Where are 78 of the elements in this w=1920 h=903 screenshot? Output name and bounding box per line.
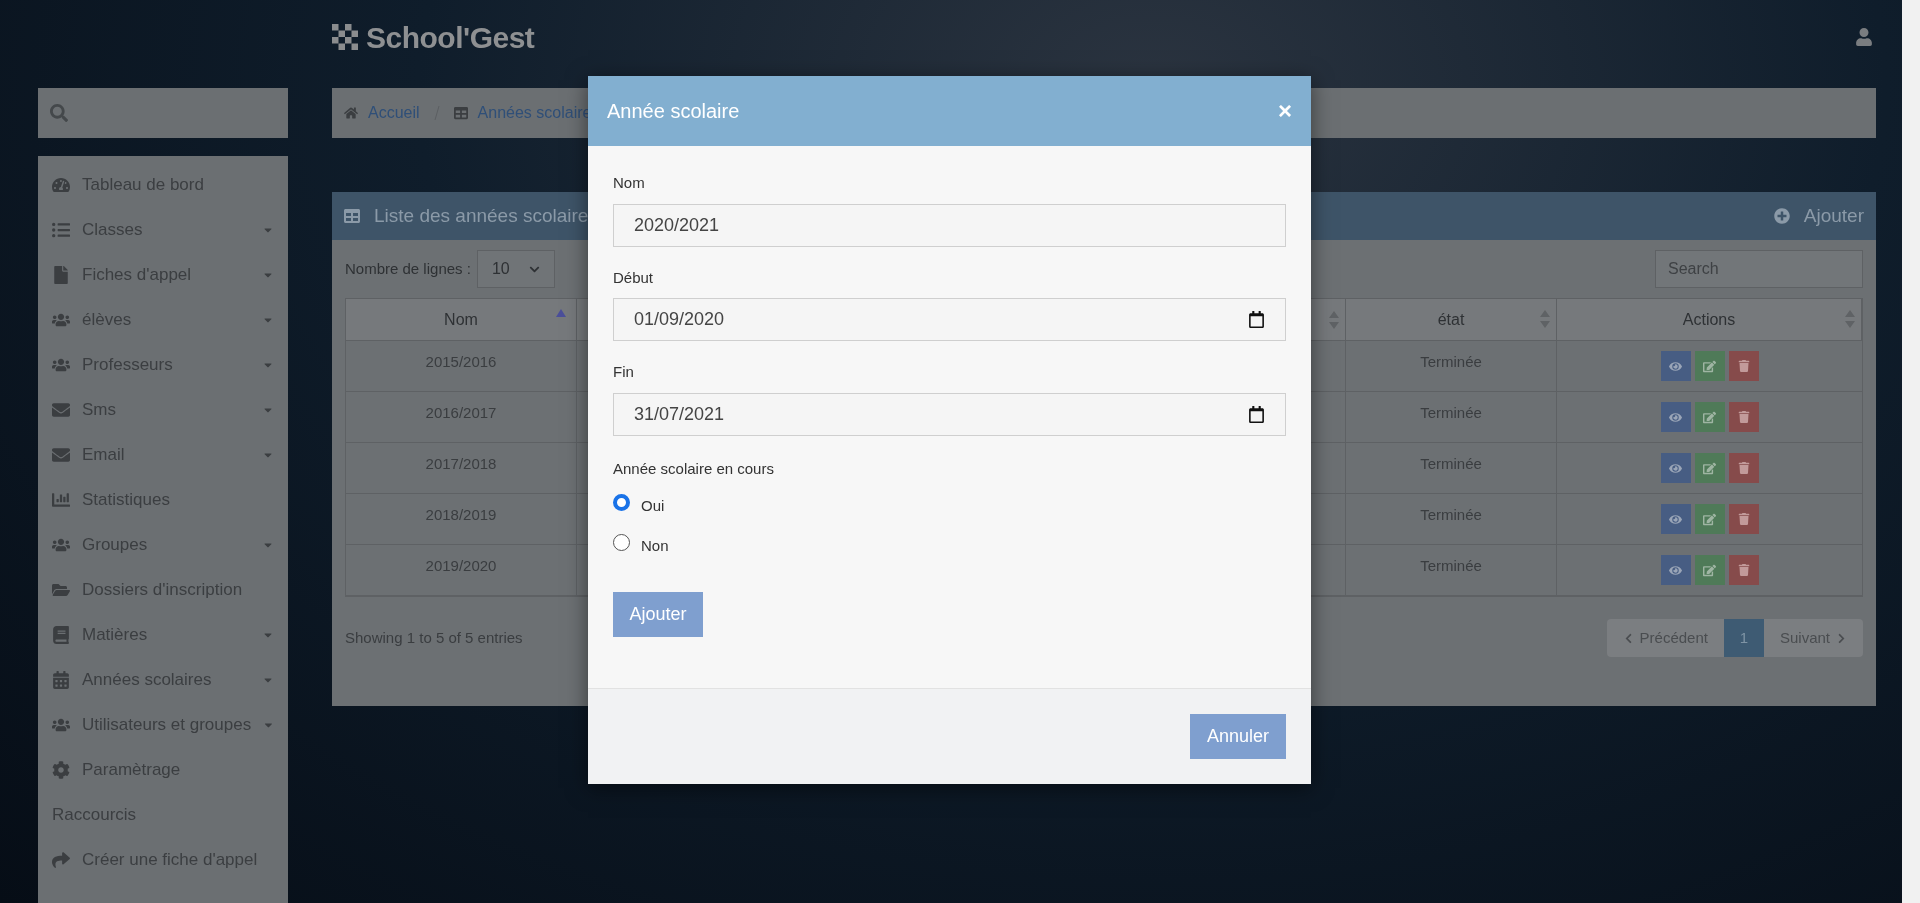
list-icon [52, 220, 70, 239]
input-field[interactable]: 2020/2021 [613, 203, 1286, 247]
radio-button[interactable] [613, 493, 630, 511]
delete-button[interactable] [1728, 402, 1759, 432]
date-field[interactable]: 01/09/2020 [613, 298, 1286, 341]
table-icon [453, 106, 468, 120]
envelope-icon [52, 445, 70, 464]
view-button[interactable] [1660, 453, 1691, 483]
add-button[interactable]: Ajouter [1773, 201, 1864, 231]
bar-chart-icon [52, 490, 70, 509]
field-label: Nom [613, 173, 646, 193]
eye-icon [1669, 359, 1682, 373]
settings-icon [52, 760, 70, 779]
breadcrumb-link[interactable]: Accueil [368, 101, 420, 125]
eye-icon [1669, 410, 1682, 424]
gauge-icon [52, 175, 70, 194]
calendar-icon [1248, 311, 1265, 328]
view-button[interactable] [1660, 351, 1691, 381]
table-icon [344, 208, 360, 224]
edit-icon [1703, 410, 1716, 424]
rows-label: Nombre de lignes : [345, 258, 471, 279]
edit-icon [1703, 461, 1716, 475]
view-button[interactable] [1660, 555, 1691, 585]
app-title: School'Gest [366, 19, 535, 56]
envelope-icon [52, 400, 70, 419]
search-icon [50, 104, 68, 122]
delete-button[interactable] [1728, 351, 1759, 381]
delete-button[interactable] [1728, 504, 1759, 534]
trash-icon [1737, 411, 1750, 423]
edit-icon [1703, 512, 1716, 526]
edit-icon [1703, 359, 1716, 373]
edit-button[interactable] [1694, 555, 1725, 585]
panel-title: Liste des années scolaire [374, 203, 589, 228]
field-label: Fin [613, 362, 635, 382]
page-button[interactable]: 1 [1723, 619, 1764, 657]
home-icon [344, 106, 358, 120]
date-field[interactable]: 31/07/2021 [613, 392, 1286, 436]
logo-icon [332, 24, 358, 50]
delete-button[interactable] [1728, 555, 1759, 585]
plus-icon [1773, 208, 1790, 224]
edit-button[interactable] [1694, 402, 1725, 432]
modal-title: Année scolaire [607, 99, 740, 124]
calendar-icon [1248, 405, 1265, 423]
field-label: Début [613, 267, 655, 288]
trash-icon [1737, 513, 1750, 525]
radio-option[interactable]: Oui [613, 486, 1286, 526]
radio-group-label: Année scolaire en cours [613, 458, 775, 479]
view-button[interactable] [1660, 402, 1691, 432]
chevron-right-icon [1836, 632, 1847, 644]
calendar-icon [52, 670, 70, 689]
column-header[interactable]: Nom [346, 299, 577, 341]
radio-button[interactable] [613, 533, 630, 551]
submit-button[interactable]: Ajouter [613, 592, 703, 637]
trash-icon [1737, 564, 1750, 576]
delete-button[interactable] [1728, 453, 1759, 483]
file-icon [52, 265, 70, 284]
sidebar-search-field[interactable] [38, 88, 288, 138]
cancel-button[interactable]: Annuler [1190, 714, 1286, 759]
eye-icon [1669, 512, 1682, 526]
column-header[interactable]: Actions [1557, 299, 1862, 341]
edit-button[interactable] [1694, 453, 1725, 483]
eye-icon [1669, 563, 1682, 577]
radio-option[interactable]: Non [613, 526, 1286, 566]
eye-icon [1669, 461, 1682, 475]
user-icon[interactable] [1856, 28, 1872, 46]
sort-icon [1329, 310, 1339, 329]
edit-icon [1703, 563, 1716, 577]
scrollbar[interactable] [1902, 0, 1920, 903]
edit-button[interactable] [1694, 351, 1725, 381]
close-button[interactable]: × [1278, 99, 1292, 123]
share-icon [52, 850, 70, 869]
edit-button[interactable] [1694, 504, 1725, 534]
book-icon [52, 625, 70, 644]
view-button[interactable] [1660, 504, 1691, 534]
trash-icon [1737, 462, 1750, 474]
rows-select[interactable]: 10 [476, 250, 555, 288]
trash-icon [1737, 360, 1750, 372]
column-header[interactable]: état [1346, 299, 1557, 341]
